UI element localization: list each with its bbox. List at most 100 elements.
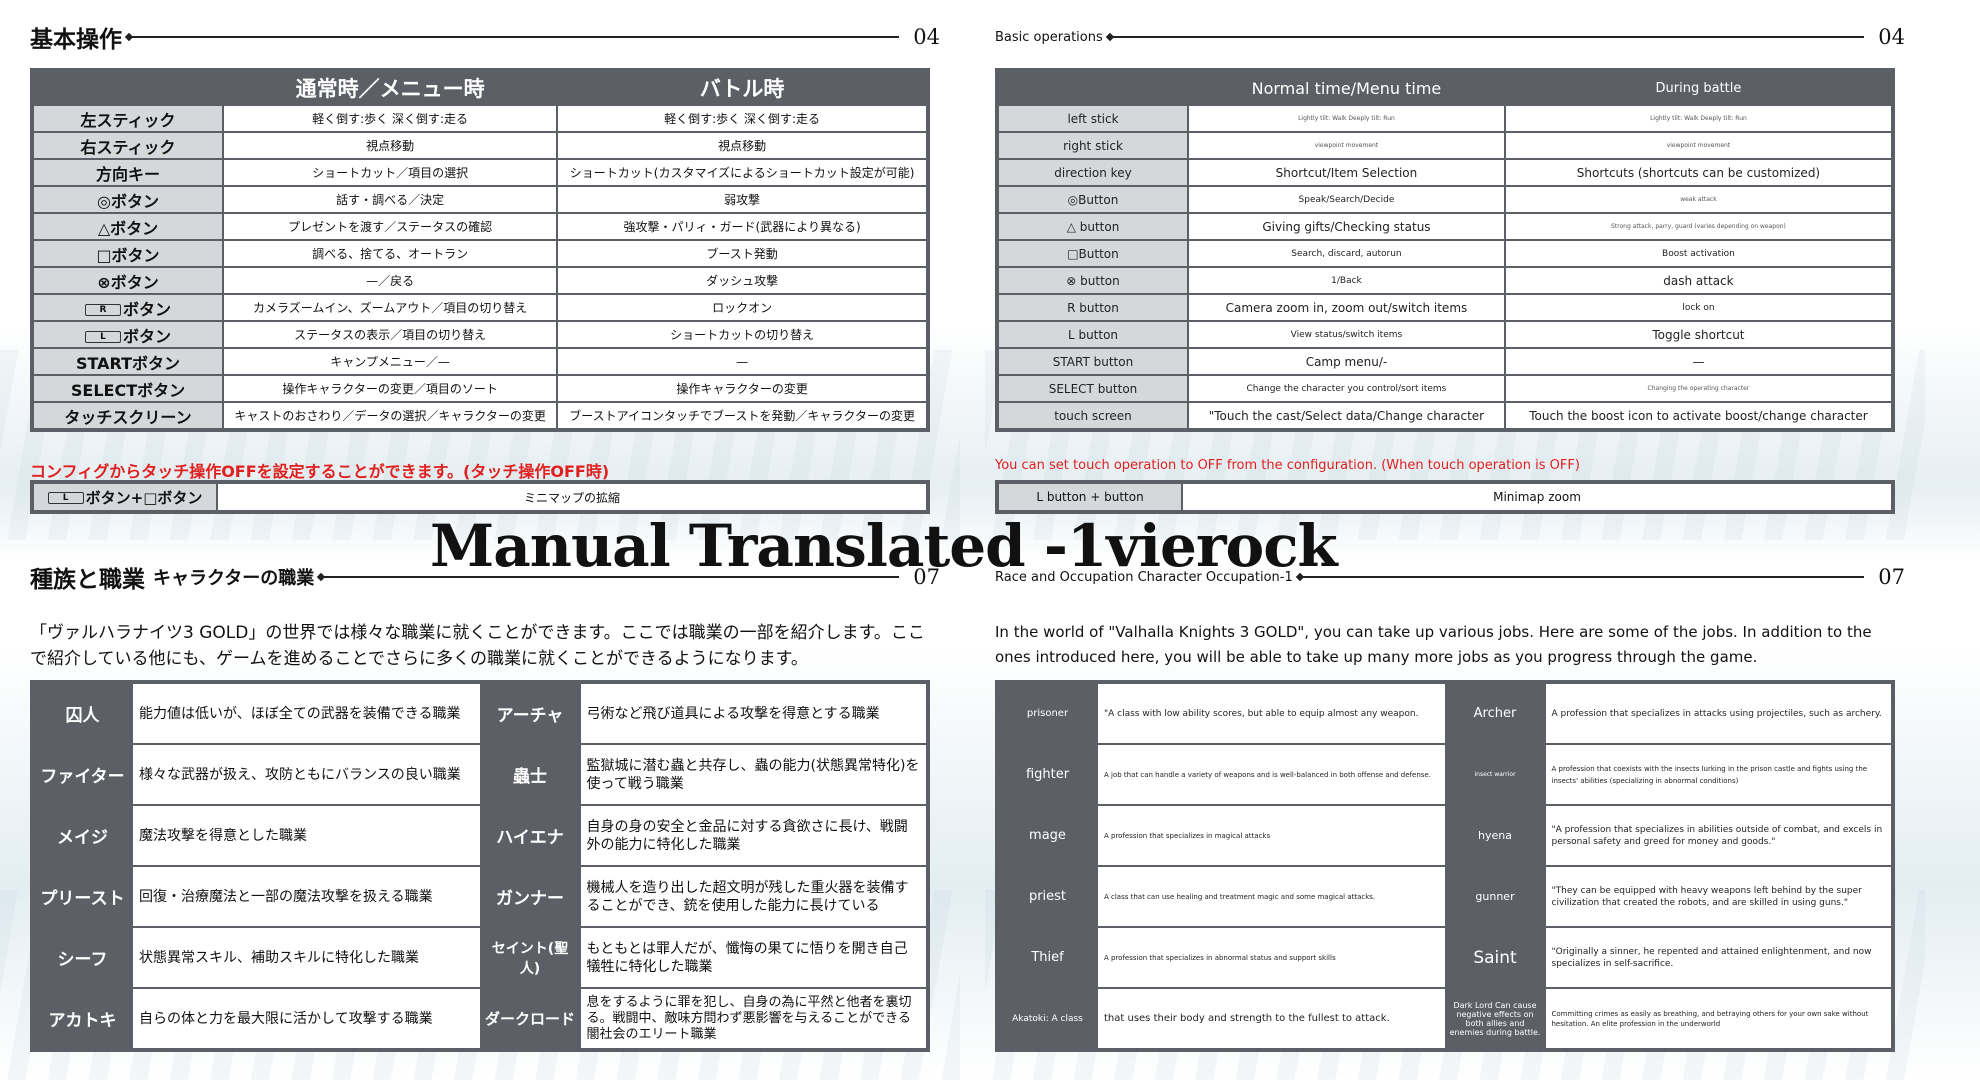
control-key: 方向キー: [31, 158, 224, 187]
normal-action: ミニマップの拡縮: [216, 481, 929, 513]
normal-action: Camera zoom in, zoom out/switch items: [1187, 293, 1506, 322]
normal-action: Camp menu/-: [1187, 347, 1506, 376]
job-description: "A profession that specializes in abilit…: [1543, 804, 1894, 867]
control-key: STARTボタン: [31, 347, 224, 376]
job-description: もともとは罪人だが、懺悔の果てに悟りを開き自己犠牲に特化した職業: [578, 926, 929, 989]
touch-off-table: L button + button Minimap zoom: [995, 480, 1895, 514]
control-key-label: ボタン: [122, 299, 171, 319]
header-blank: [31, 69, 224, 106]
job-description: Committing crimes as easily as breathing…: [1543, 987, 1894, 1051]
battle-action: Toggle shortcut: [1503, 320, 1895, 349]
job-name: gunner: [1444, 865, 1546, 928]
job-description: "A class with low ability scores, but ab…: [1096, 681, 1447, 745]
control-key: R button: [996, 293, 1189, 322]
job-description: 自らの体と力を最大限に活かして攻撃する職業: [131, 987, 482, 1051]
controls-table: 通常時／メニュー時 バトル時 左スティック 軽く倒す:歩く 深く倒す:走る 軽く倒す…: [30, 68, 930, 432]
control-key: SELECTボタン: [31, 374, 224, 403]
job-name: ファイター: [31, 743, 133, 806]
job-description: 機械人を造り出した超文明が残した重火器を装備することができ、銃を使用した能力に長…: [578, 865, 929, 928]
job-description: "Originally a sinner, he repented and at…: [1543, 926, 1894, 989]
control-key: L ボタン: [31, 320, 224, 349]
battle-action: weak attack: [1503, 185, 1895, 214]
touch-off-note: You can set touch operation to OFF from …: [995, 458, 1580, 473]
control-key: L button: [996, 320, 1189, 349]
normal-action: Lightly tilt: Walk Deeply tilt: Run: [1187, 104, 1506, 133]
table-row: メイジ 魔法攻撃を得意とした職業 ハイエナ 自身の身の安全と金品に対する貪欲さに長け、…: [31, 804, 929, 867]
battle-action: lock on: [1503, 293, 1895, 322]
table-row: R ボタン カメラズームイン、ズームアウト／項目の切り替え ロックオン: [31, 293, 929, 322]
table-row: △ボタン プレゼントを渡す／ステータスの確認 強攻撃・パリィ・ガード(武器により異な…: [31, 212, 929, 241]
normal-action: カメラズームイン、ズームアウト／項目の切り替え: [221, 293, 559, 322]
battle-action: ショートカットの切り替え: [556, 320, 929, 349]
table-row: SELECT button Change the character you co…: [996, 374, 1895, 403]
header-normal: Normal time/Menu time: [1187, 69, 1506, 106]
normal-action: 操作キャラクターの変更／項目のソート: [221, 374, 559, 403]
page-number: 07: [1878, 565, 1905, 589]
table-row: STARTボタン キャンプメニュー／— —: [31, 347, 929, 376]
normal-action: ステータスの表示／項目の切り替え: [221, 320, 559, 349]
touch-off-table: L ボタン+□ボタン ミニマップの拡縮: [30, 480, 930, 514]
battle-action: 操作キャラクターの変更: [556, 374, 929, 403]
battle-action: —: [1503, 347, 1895, 376]
control-key: right stick: [996, 131, 1189, 160]
battle-action: 弱攻撃: [556, 185, 929, 214]
section-title: 種族と職業: [30, 567, 145, 593]
normal-action: ショートカット／項目の選択: [221, 158, 559, 187]
table-row: mage A profession that specializes in mag…: [996, 804, 1894, 867]
normal-action: 視点移動: [221, 131, 559, 160]
jp-race-and-occupation: 種族と職業 キャラクターの職業 07 「ヴァルハラナイツ3 GOLD」の世界では…: [0, 540, 960, 1080]
table-row: □ボタン 調べる、捨てる、オートラン ブースト発動: [31, 239, 929, 268]
header-normal: 通常時／メニュー時: [221, 69, 559, 106]
control-key: START button: [996, 347, 1189, 376]
battle-action: Strong attack, parry, guard (varies depe…: [1503, 212, 1895, 241]
table-row: □Button Search, discard, autorun Boost act…: [996, 239, 1895, 268]
job-description: 息をするように罪を犯し、自身の為に平然と他者を裏切る。戦闘中、敵味方問わず悪影響…: [578, 987, 929, 1051]
control-key: L ボタン+□ボタン: [31, 481, 218, 513]
table-header-row: Normal time/Menu time During battle: [996, 69, 1895, 106]
normal-action: Shortcut/Item Selection: [1187, 158, 1506, 187]
job-description: A profession that specializes in abnorma…: [1096, 926, 1447, 989]
job-name: シーフ: [31, 926, 133, 989]
job-name: Thief: [996, 926, 1098, 989]
battle-action: ロックオン: [556, 293, 929, 322]
table-row: ⊗ button 1/Back dash attack: [996, 266, 1895, 295]
section-header: Basic operations 04: [995, 22, 1905, 52]
job-name: Archer: [1444, 681, 1546, 745]
job-name: hyena: [1444, 804, 1546, 867]
table-row: priest A class that can use healing and t…: [996, 865, 1894, 928]
table-row: ◎Button Speak/Search/Decide weak attack: [996, 185, 1895, 214]
job-description: 魔法攻撃を得意とした職業: [131, 804, 482, 867]
table-header-row: 通常時／メニュー時 バトル時: [31, 69, 929, 106]
job-name: メイジ: [31, 804, 133, 867]
table-row: 方向キー ショートカット／項目の選択 ショートカット(カスタマイズによるショートカッ…: [31, 158, 929, 187]
table-row: タッチスクリーン キャストのおさわり／データの選択／キャラクターの変更 ブーストアイ…: [31, 401, 929, 431]
normal-action: Speak/Search/Decide: [1187, 185, 1506, 214]
section-title: 基本操作: [30, 27, 122, 53]
control-key: touch screen: [996, 401, 1189, 431]
job-description: "They can be equipped with heavy weapons…: [1543, 865, 1894, 928]
table-row: シーフ 状態異常スキル、補助スキルに特化した職業 セイント(聖人) もともとは罪人だが…: [31, 926, 929, 989]
section-title: Basic operations: [995, 29, 1103, 45]
normal-action: "Touch the cast/Select data/Change chara…: [1187, 401, 1506, 431]
job-description: A class that can use healing and treatme…: [1096, 865, 1447, 928]
control-key: ⊗ button: [996, 266, 1189, 295]
touch-off-note: コンフィグからタッチ操作OFFを設定することができます。(タッチ操作OFF時): [30, 462, 610, 481]
page-number: 04: [1878, 25, 1905, 49]
normal-action: キャンプメニュー／—: [221, 347, 559, 376]
battle-action: 視点移動: [556, 131, 929, 160]
header-blank: [996, 69, 1189, 106]
normal-action: Search, discard, autorun: [1187, 239, 1506, 268]
battle-action: Boost activation: [1503, 239, 1895, 268]
job-name: ガンナー: [479, 865, 581, 928]
table-row: R button Camera zoom in, zoom out/switch …: [996, 293, 1895, 322]
section-subtitle: キャラクターの職業: [153, 568, 315, 589]
control-key: □ボタン: [31, 239, 224, 268]
battle-action: 強攻撃・パリィ・ガード(武器により異なる): [556, 212, 929, 241]
job-name: Dark Lord Can cause negative effects on …: [1444, 987, 1546, 1051]
control-key: L button + button: [996, 481, 1183, 513]
job-name: セイント(聖人): [479, 926, 581, 989]
job-name: 蟲士: [479, 743, 581, 806]
job-name: Akatoki: A class: [996, 987, 1098, 1051]
en-race-and-occupation: Race and Occupation Character Occupation…: [985, 540, 1925, 1080]
job-description: A job that can handle a variety of weapo…: [1096, 743, 1447, 806]
